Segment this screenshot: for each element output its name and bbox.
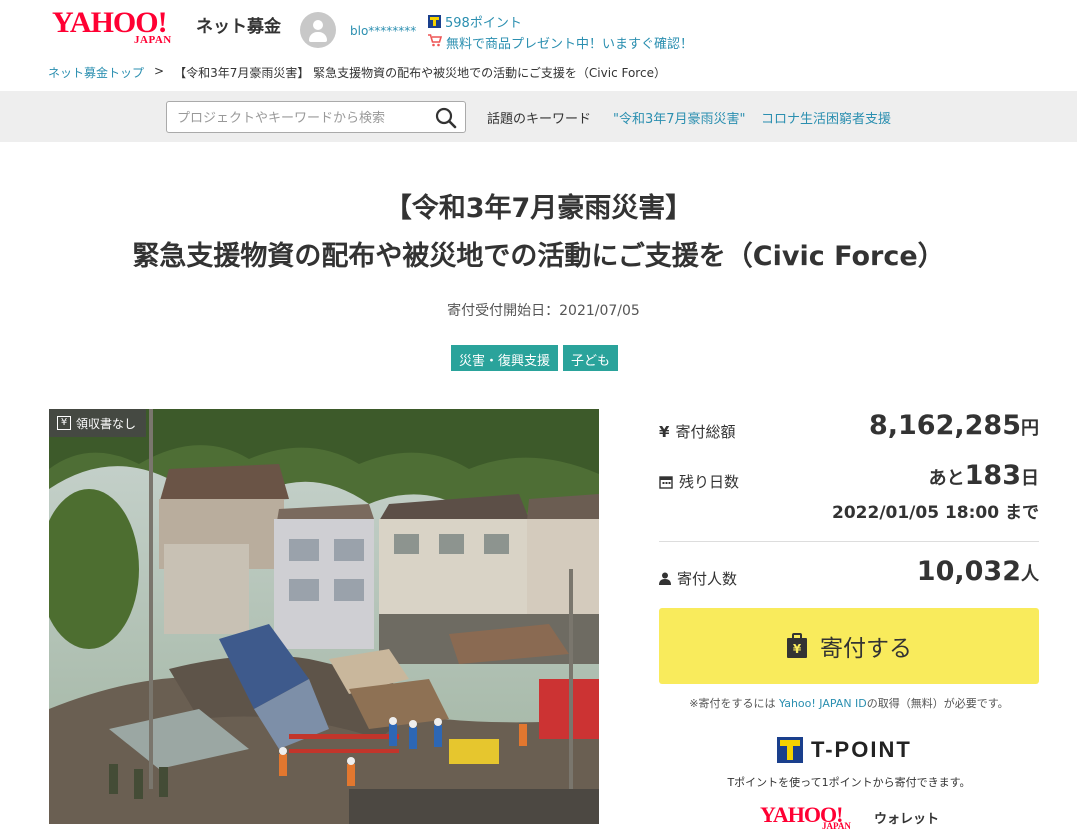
divider — [659, 541, 1039, 542]
donors-value: 10,032 — [916, 556, 1021, 587]
keyword-link[interactable]: コロナ生活困窮者支援 — [761, 108, 891, 127]
donate-button-label: 寄付する — [820, 636, 912, 662]
cart-icon — [428, 34, 443, 51]
days-unit: 日 — [1021, 468, 1039, 489]
days-stat: 残り日数 あと183日 2022/01/05 18:00 まで — [659, 460, 1039, 530]
tag-list: 災害・復興支援 子ども — [451, 345, 619, 371]
donate-button[interactable]: ¥ 寄付する — [659, 608, 1039, 684]
keyword-link[interactable]: "令和3年7月豪雨災害" — [613, 108, 746, 127]
calendar-icon — [659, 475, 673, 489]
breadcrumb: ネット募金トップ > 【令和3年7月豪雨災害】 緊急支援物資の配布や被災地での活… — [48, 64, 666, 81]
promo-text: 無料で商品プレゼント中！いますぐ確認！ — [446, 37, 694, 52]
donors-stat: 寄付人数 10,032人 — [659, 556, 1039, 596]
tpoint-note: Tポイントを使って1ポイントから寄付できます。 — [727, 776, 971, 789]
days-value-group: あと183日 — [929, 460, 1039, 491]
total-value: 8,162,285 — [868, 410, 1021, 441]
donation-tag-icon: ¥ — [787, 633, 807, 658]
service-name[interactable]: ネット募金 — [196, 12, 281, 37]
username[interactable]: blo******** — [350, 24, 416, 38]
site-header: YAHOO! JAPAN ネット募金 blo******** 598ポイント 無… — [0, 0, 1077, 60]
receipt-badge-text: 領収書なし — [76, 416, 137, 431]
donors-label: 寄付人数 — [677, 570, 738, 588]
days-value: 183 — [964, 460, 1021, 491]
person-icon — [659, 572, 671, 585]
svg-text:¥: ¥ — [793, 642, 802, 656]
note-suffix: の取得（無料）が必要です。 — [866, 697, 1009, 710]
start-date: 寄付受付開始日：2021/07/05 — [447, 303, 640, 319]
breadcrumb-home[interactable]: ネット募金トップ — [48, 64, 144, 81]
wallet-label: ウォレット — [874, 812, 940, 827]
days-prefix: あと — [928, 468, 965, 489]
donors-value-group: 10,032人 — [917, 556, 1039, 587]
disaster-scene-image — [49, 409, 599, 824]
total-label-group: ¥ 寄付総額 — [659, 421, 735, 442]
wallet-japan: JAPAN — [822, 821, 851, 831]
tpoint-wordmark: T-POINT — [811, 737, 912, 762]
search-bar: 話題のキーワード "令和3年7月豪雨災害" コロナ生活困窮者支援 — [0, 91, 1077, 142]
avatar-head — [313, 20, 323, 30]
breadcrumb-current: 【令和3年7月豪雨災害】 緊急支援物資の配布や被災地での活動にご支援を（Civi… — [174, 66, 666, 80]
yen-icon: ¥ — [659, 422, 670, 441]
keywords-label: 話題のキーワード — [487, 112, 592, 127]
avatar[interactable] — [300, 12, 336, 48]
page-title-line1: 【令和3年7月豪雨災害】 — [384, 193, 693, 224]
receipt-badge: ¥ 領収書なし — [49, 409, 147, 437]
id-requirement-note: ※寄付をするには Yahoo! JAPAN IDの取得（無料）が必要です。 — [659, 695, 1039, 711]
tag-children[interactable]: 子ども — [563, 345, 619, 371]
days-label-group: 残り日数 — [659, 471, 739, 492]
breadcrumb-separator: > — [154, 64, 165, 78]
yahoo-id-link[interactable]: Yahoo! JAPAN ID — [779, 697, 867, 710]
points-text: 598ポイント — [445, 16, 522, 31]
total-label: 寄付総額 — [675, 423, 736, 441]
total-stat: ¥ 寄付総額 8,162,285円 — [659, 410, 1039, 450]
tpoint-icon — [428, 15, 441, 28]
search-box — [166, 101, 466, 133]
yen-icon: ¥ — [57, 416, 71, 430]
points-link[interactable]: 598ポイント — [428, 12, 522, 31]
yahoo-wallet-logo: YAHOO! JAPAN ウォレット — [760, 802, 960, 834]
project-photo: ¥ 領収書なし — [49, 409, 599, 824]
total-unit: 円 — [1021, 418, 1039, 439]
donors-label-group: 寄付人数 — [659, 568, 737, 589]
note-prefix: ※寄付をするには — [689, 697, 780, 710]
total-value-group: 8,162,285円 — [869, 410, 1039, 441]
donors-unit: 人 — [1021, 564, 1039, 585]
search-input[interactable] — [177, 108, 427, 128]
days-label: 残り日数 — [679, 473, 740, 491]
promo-link[interactable]: 無料で商品プレゼント中！いますぐ確認！ — [428, 33, 693, 52]
logo-japan: JAPAN — [134, 34, 172, 46]
page-title-line2: 緊急支援物資の配布や被災地での活動にご支援を（Civic Force） — [132, 241, 945, 272]
tpoint-logo: T-POINT — [777, 737, 912, 763]
deadline: 2022/01/05 18:00 まで — [832, 503, 1039, 523]
yahoo-japan-logo[interactable]: YAHOO! JAPAN — [52, 8, 192, 48]
tpoint-icon — [777, 737, 803, 763]
search-icon[interactable] — [435, 107, 457, 129]
avatar-body — [309, 32, 327, 42]
tag-disaster[interactable]: 災害・復興支援 — [451, 345, 559, 371]
